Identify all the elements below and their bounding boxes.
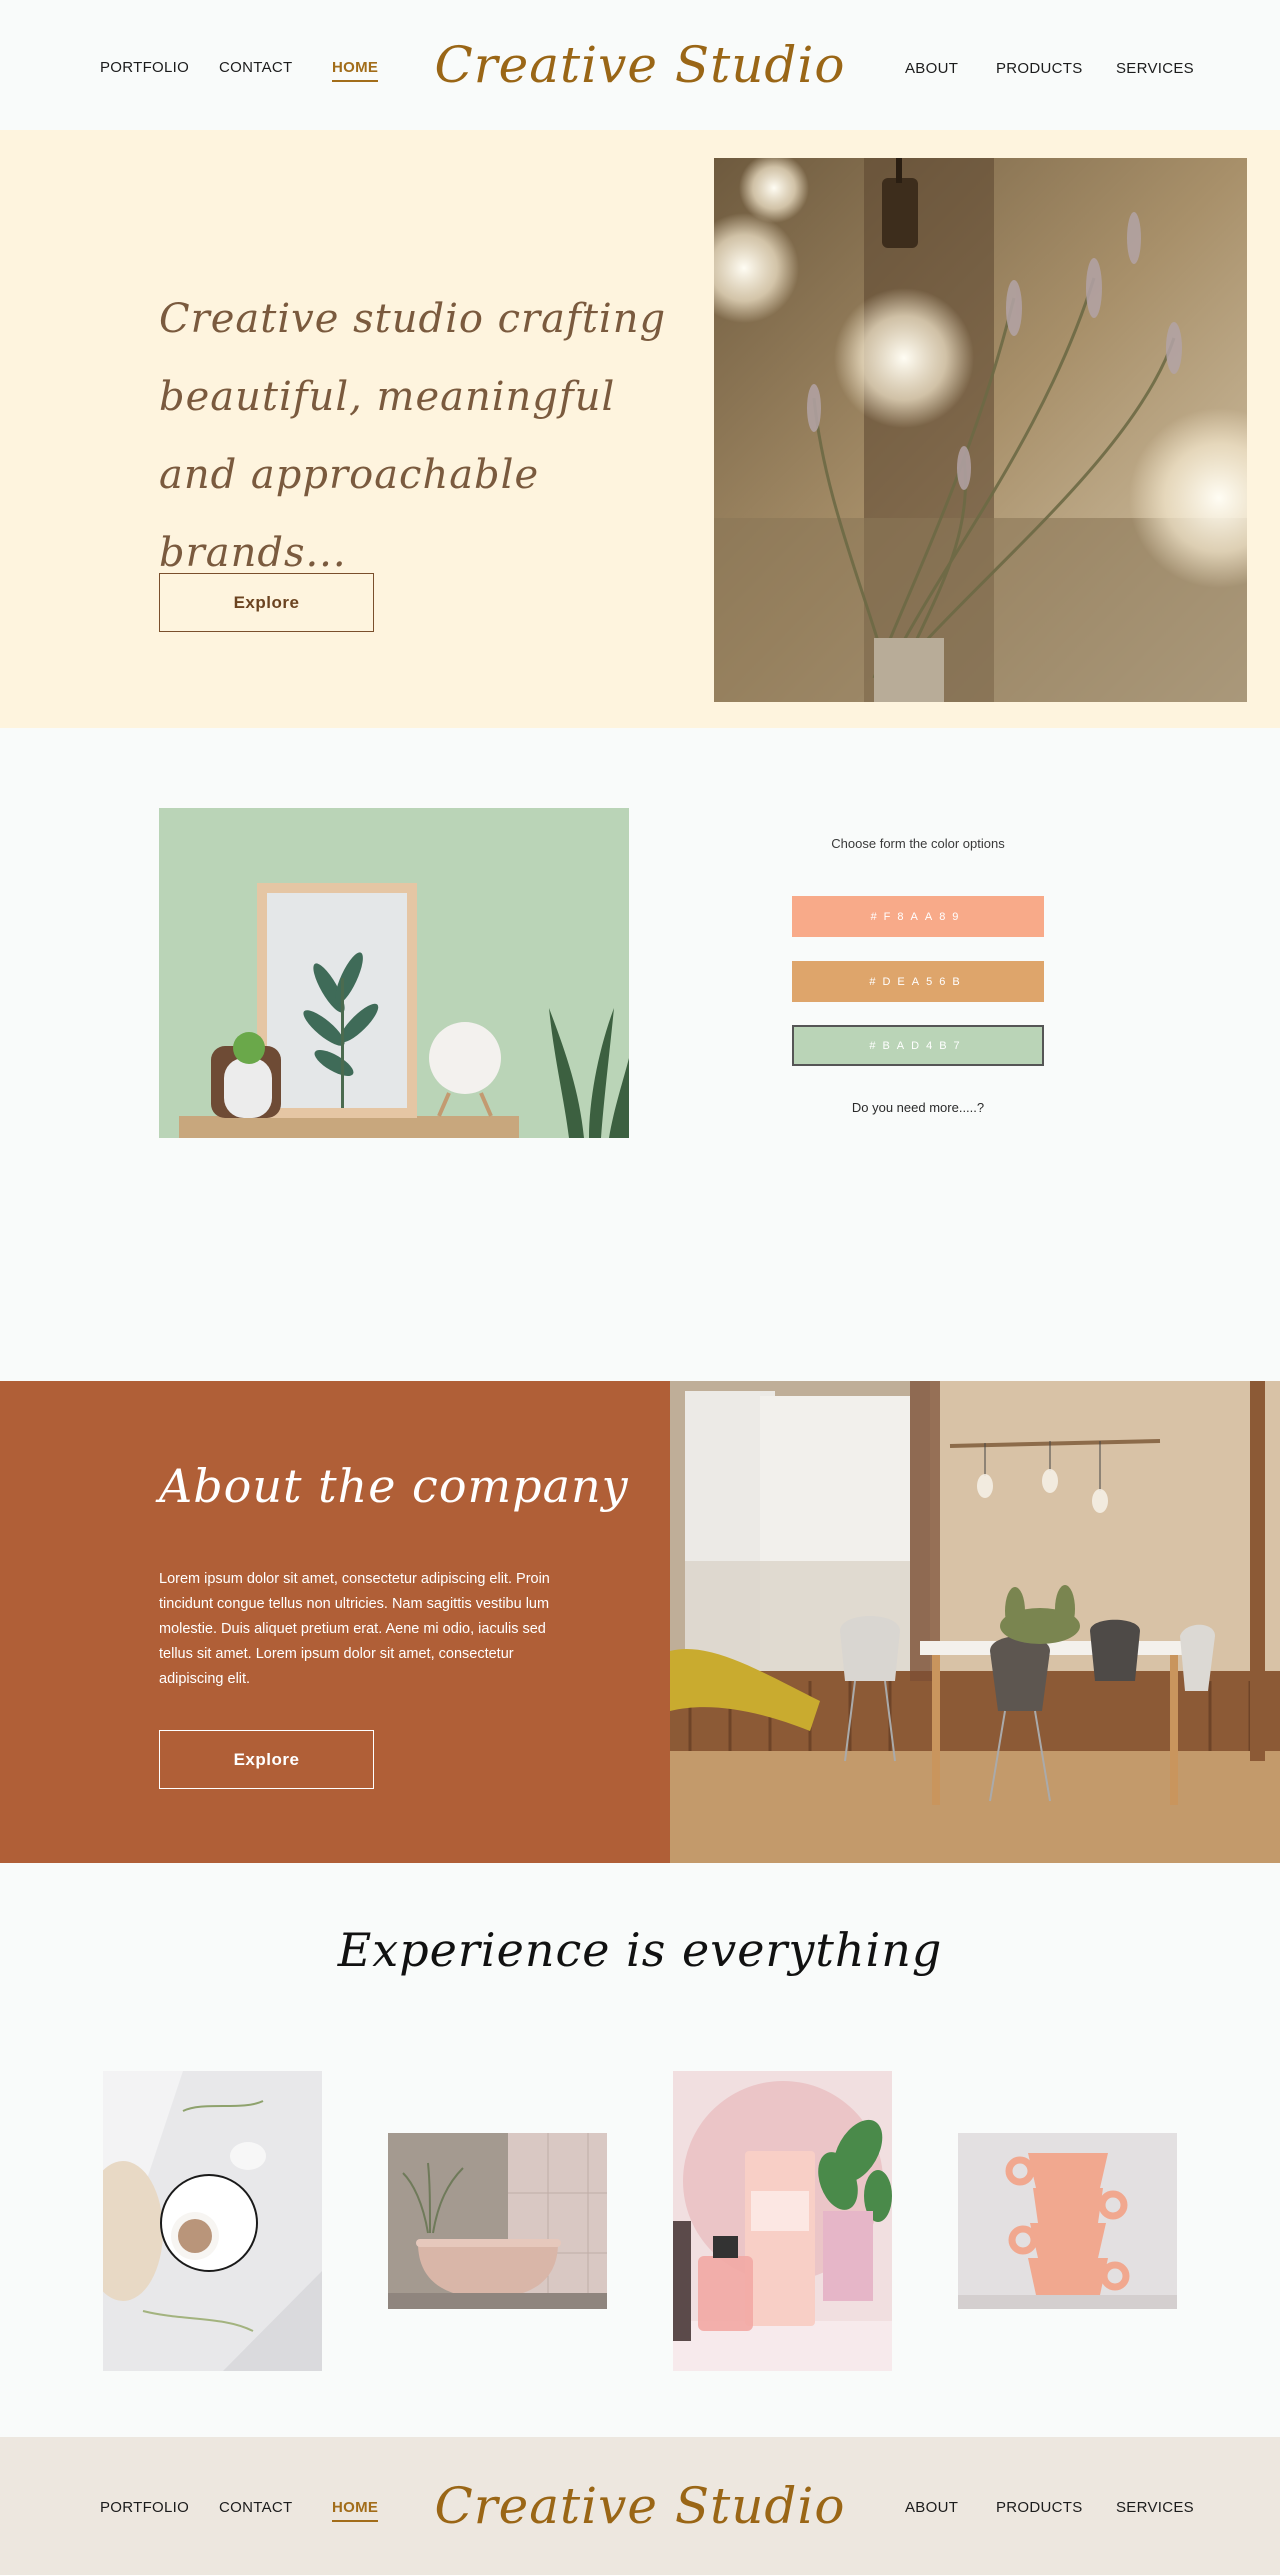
footer-nav-products[interactable]: PRODUCTS (996, 2499, 1083, 2516)
hero-section: Creative studio crafting beautiful, mean… (0, 130, 1280, 728)
experience-section: Experience is everything (0, 1863, 1280, 2437)
about-section: About the company Lorem ipsum dolor sit … (0, 1381, 1280, 1863)
lavender-lamp-image (714, 158, 1247, 702)
hero-explore-button[interactable]: Explore (159, 573, 374, 632)
footer-nav-services[interactable]: SERVICES (1116, 2499, 1194, 2516)
about-title: About the company (159, 1459, 629, 1513)
plant-frame-image (159, 808, 629, 1138)
about-description: Lorem ipsum dolor sit amet, consectetur … (159, 1571, 550, 1687)
more-colors-link[interactable]: Do you need more.....? (792, 1100, 1044, 1115)
hero-title: Creative studio crafting beautiful, mean… (159, 296, 667, 576)
about-explore-button[interactable]: Explore (159, 1730, 374, 1789)
color-swatch-dea56b[interactable]: #DEA56B (792, 961, 1044, 1002)
brand-logo[interactable]: Creative Studio (0, 36, 1280, 94)
footer-brand-logo[interactable]: Creative Studio (0, 2477, 1280, 2535)
nav-products[interactable]: PRODUCTS (996, 60, 1083, 77)
cosmetics-image (673, 2071, 892, 2371)
color-options-section: Choose form the color options #F8AA89 #D… (0, 728, 1280, 1381)
footer-nav-about[interactable]: ABOUT (905, 2499, 958, 2516)
stacked-cups-image (958, 2133, 1177, 2309)
coffee-flatlay-image (103, 2071, 322, 2371)
color-options-label: Choose form the color options (831, 836, 1005, 851)
footer-nav: PORTFOLIO CONTACT HOME Creative Studio A… (0, 2437, 1280, 2575)
color-swatch-f8aa89[interactable]: #F8AA89 (792, 896, 1044, 937)
nav-services[interactable]: SERVICES (1116, 60, 1194, 77)
dining-room-image (670, 1381, 1280, 1863)
bathtub-image (388, 2133, 607, 2309)
color-swatch-bad4b7[interactable]: #BAD4B7 (792, 1025, 1044, 1066)
header-nav: PORTFOLIO CONTACT HOME Creative Studio A… (0, 0, 1280, 130)
nav-about[interactable]: ABOUT (905, 60, 958, 77)
experience-title: Experience is everything (337, 1923, 943, 1977)
